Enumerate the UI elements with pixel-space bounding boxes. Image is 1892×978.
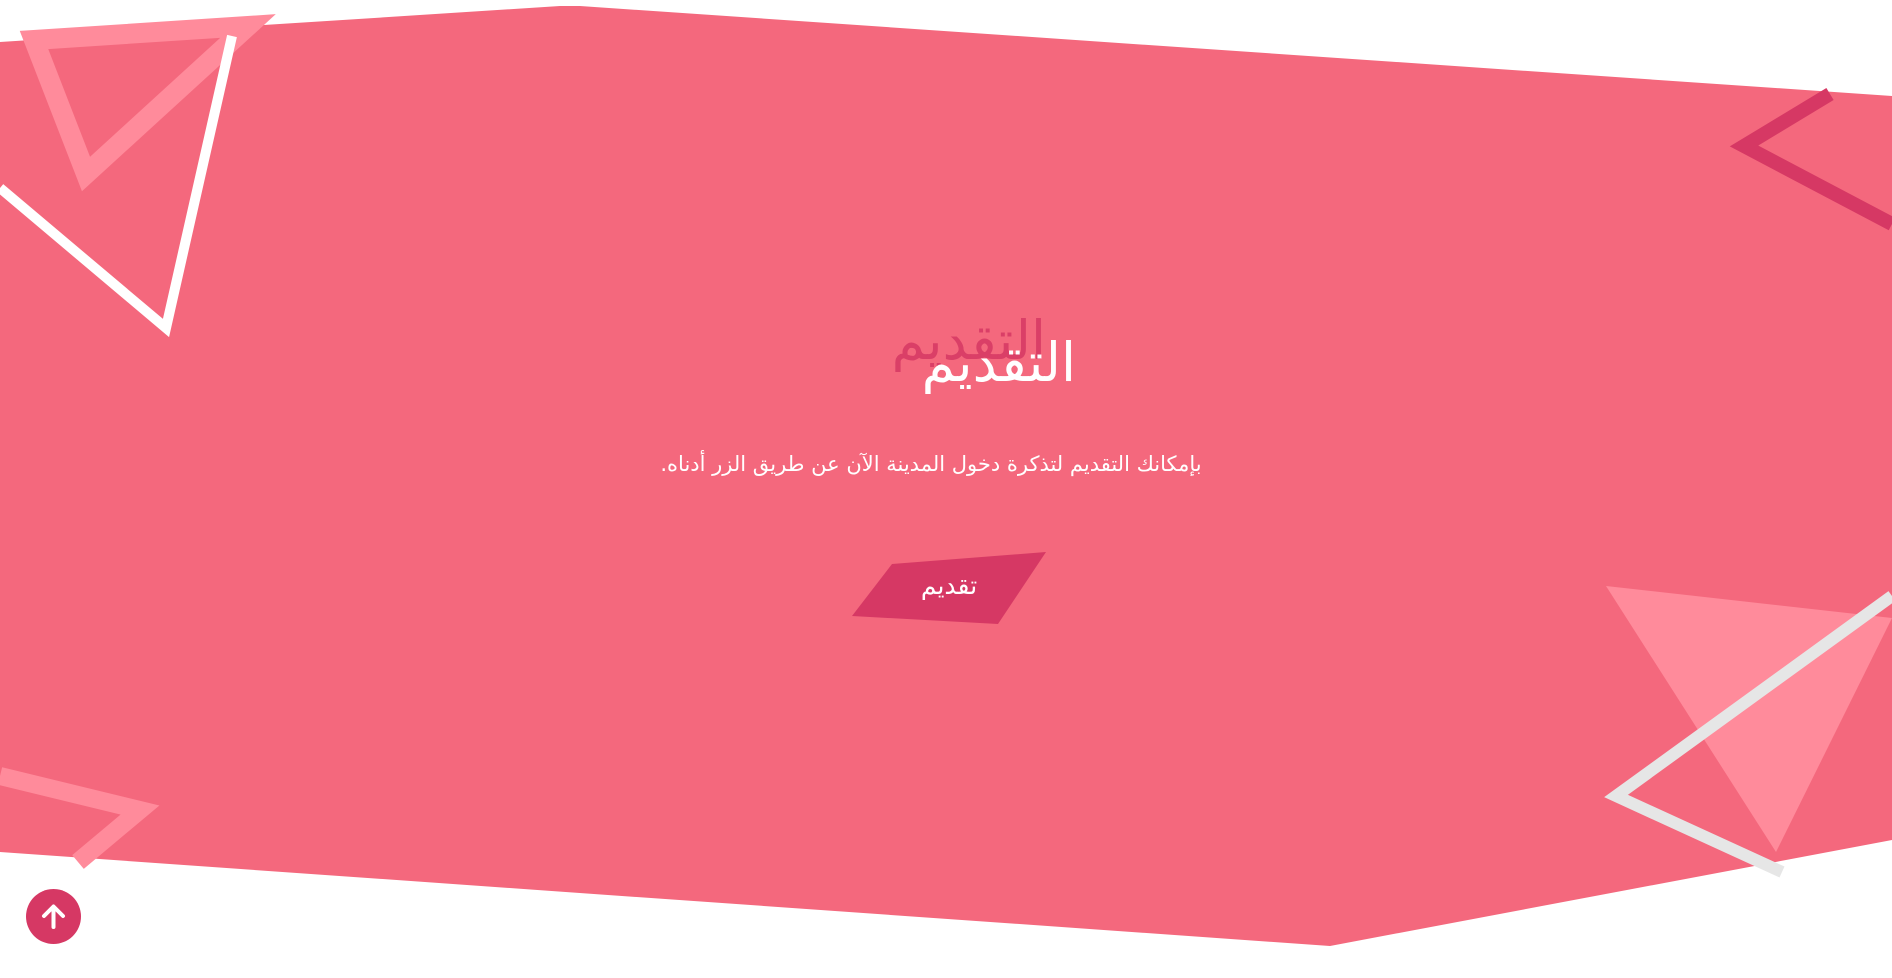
hero-title-group: التقديم التقديم	[746, 300, 1146, 420]
arrow-up-icon	[42, 904, 65, 929]
hero-section: التقديم التقديم بإمكانك التقديم لتذكرة د…	[0, 0, 1892, 978]
apply-button-label: تقديم	[920, 571, 978, 600]
hero-description: بإمكانك التقديم لتذكرة دخول المدينة الآن…	[660, 452, 1202, 476]
hero-title: التقديم	[921, 331, 1076, 394]
scroll-to-top-button[interactable]	[26, 889, 81, 944]
apply-button[interactable]: تقديم	[852, 552, 1046, 624]
hero-content: التقديم التقديم بإمكانك التقديم لتذكرة د…	[0, 0, 1892, 978]
